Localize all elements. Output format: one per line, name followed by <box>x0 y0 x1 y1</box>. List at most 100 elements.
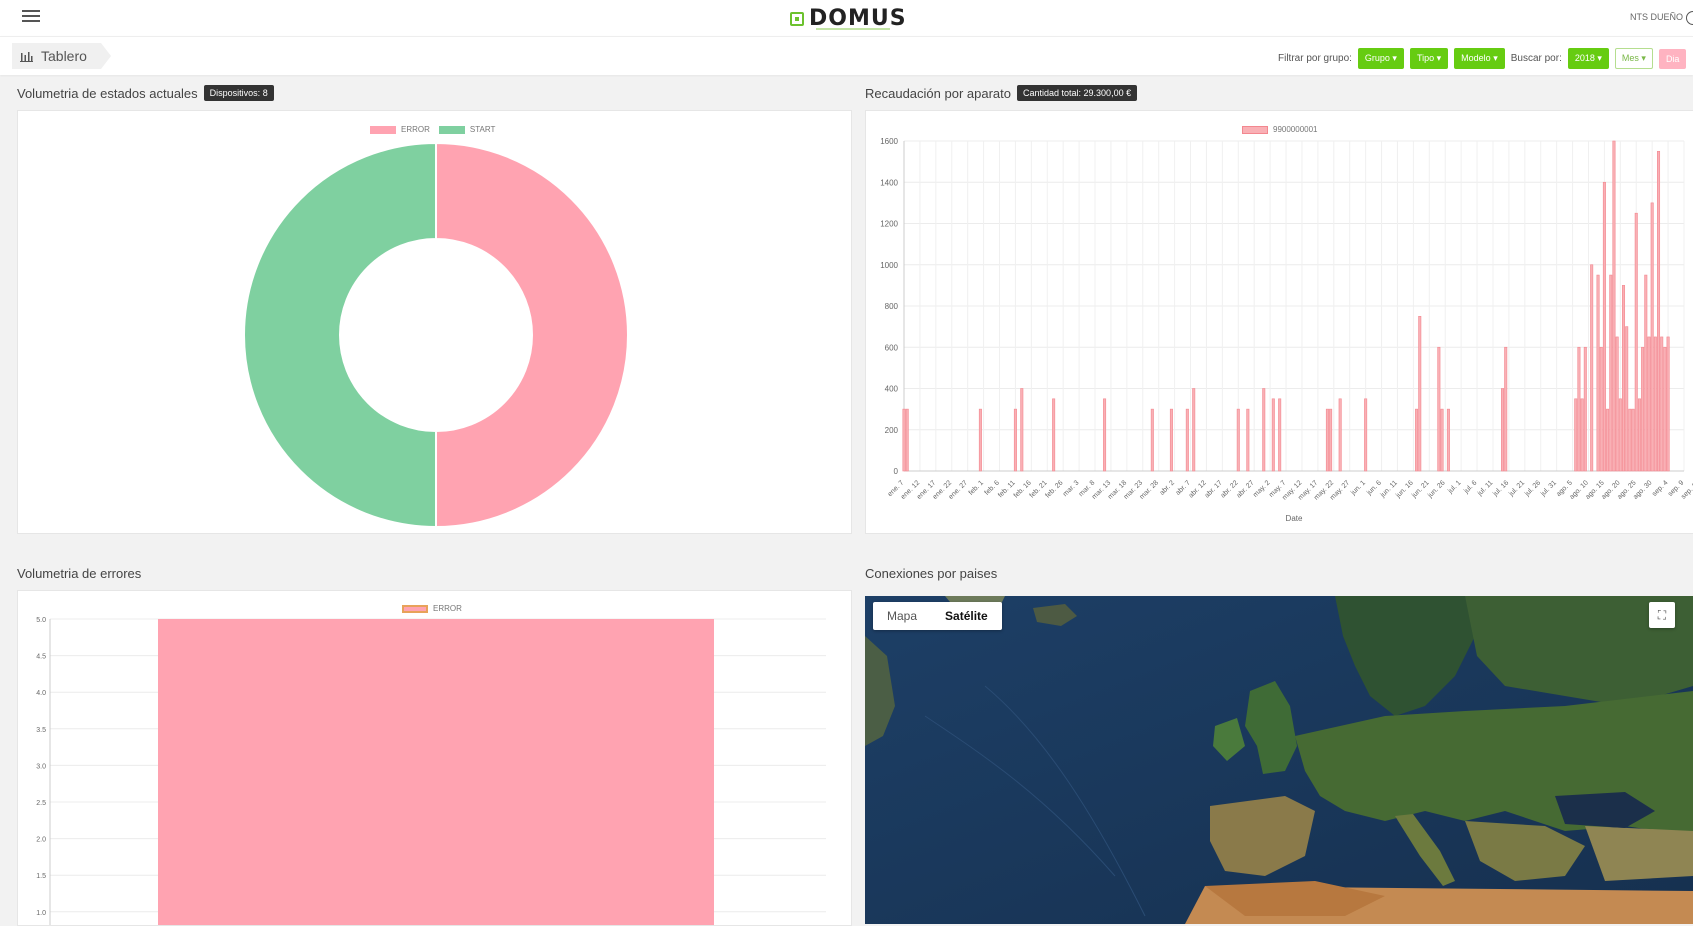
revenue-bar <box>1437 346 1441 472</box>
top-bar: DOMUS NTS DUEÑO <box>0 0 1693 36</box>
y-tick-label: 1.0 <box>36 910 46 917</box>
revenue-bar <box>902 408 906 472</box>
revenue-bar <box>1618 398 1622 472</box>
y-tick-label: 3.5 <box>36 727 46 734</box>
satellite-map[interactable]: Mapa Satélite ⛶ <box>865 596 1693 924</box>
revenue-bar <box>1271 398 1275 472</box>
states-title-text: Volumetria de estados actuales <box>17 85 198 101</box>
x-tick-label: abr. 2 <box>1159 479 1176 496</box>
revenue-bar <box>1657 151 1661 472</box>
errors-chart-card: ERROR 5.0 4.5 4.0 3.5 3.0 2.5 2.0 1.5 1.0 <box>17 590 852 926</box>
x-tick-label: jun. 26 <box>1426 479 1447 500</box>
revenue-bar <box>1052 398 1056 472</box>
revenue-panel-title: Recaudación por aparato Cantidad total: … <box>865 85 1138 101</box>
bar-chart-icon <box>20 51 33 62</box>
x-tick-label: jun. 21 <box>1410 479 1431 500</box>
revenue-bar <box>1580 398 1584 472</box>
revenue-bar <box>1577 346 1581 472</box>
y-tick-label: 1600 <box>880 137 898 146</box>
revenue-bar <box>1637 398 1641 472</box>
revenue-bar <box>1666 336 1670 472</box>
x-tick-label: feb. 1 <box>968 479 985 496</box>
mes-dropdown[interactable]: Mes ▾ <box>1614 48 1653 69</box>
year-dropdown[interactable]: 2018 ▾ <box>1567 48 1609 69</box>
errors-bar-chart: 5.0 4.5 4.0 3.5 3.0 2.5 2.0 1.5 1.0 <box>36 617 826 925</box>
connections-title-text: Conexiones por paises <box>865 566 998 581</box>
x-tick-label: jun. 1 <box>1349 479 1367 497</box>
x-tick-label: sep. 4 <box>1651 479 1670 498</box>
errors-title-text: Volumetria de errores <box>17 566 142 581</box>
logo-mark-icon <box>790 11 804 26</box>
revenue-bar <box>1192 388 1196 472</box>
revenue-bar <box>1599 346 1603 472</box>
revenue-bar <box>1650 202 1654 472</box>
fullscreen-icon[interactable]: ⛶ <box>1649 602 1675 628</box>
revenue-bar <box>1660 336 1664 472</box>
y-tick-label: 0 <box>894 467 899 476</box>
total-amount-badge: Cantidad total: 29.300,00 € <box>1017 85 1138 101</box>
map-type-satellite-button[interactable]: Satélite <box>931 602 1002 630</box>
y-tick-label: 1.5 <box>36 873 46 880</box>
y-tick-label: 1200 <box>880 220 898 229</box>
filter-bar: Filtrar por grupo: Grupo ▾ Tipo ▾ Modelo… <box>1278 48 1687 69</box>
map-type-control: Mapa Satélite <box>873 602 1002 630</box>
y-tick-label: 3.0 <box>36 763 46 770</box>
revenue-bar <box>1262 388 1266 472</box>
donut-chart <box>243 141 629 529</box>
revenue-bar-chart: 02004006008001000120014001600ene. 7ene. … <box>880 137 1693 523</box>
menu-icon[interactable] <box>22 10 40 24</box>
x-tick-label: jun. 16 <box>1394 479 1415 500</box>
user-name[interactable]: NTS DUEÑO <box>1630 12 1683 22</box>
errors-panel-title: Volumetria de errores <box>17 566 141 581</box>
revenue-bar <box>1631 408 1635 472</box>
states-chart-card: ERROR START <box>17 110 852 534</box>
revenue-bar <box>1574 398 1578 472</box>
revenue-bar <box>905 408 909 472</box>
revenue-bar <box>1641 346 1645 472</box>
sub-bar: Tablero Filtrar por grupo: Grupo ▾ Tipo … <box>0 36 1693 75</box>
error-bar <box>158 619 714 925</box>
x-tick-label: feb. 26 <box>1045 479 1065 499</box>
revenue-bar <box>1278 398 1282 472</box>
x-tick-label: jul. 31 <box>1539 479 1558 498</box>
revenue-bar <box>1418 316 1422 472</box>
revenue-bar <box>1325 408 1329 472</box>
revenue-bar <box>1338 398 1342 472</box>
breadcrumb[interactable]: Tablero <box>12 43 111 69</box>
revenue-bar <box>1647 336 1651 472</box>
x-tick-label: jul. 11 <box>1476 479 1495 498</box>
revenue-bar <box>1622 285 1626 472</box>
breadcrumb-label: Tablero <box>41 48 87 64</box>
user-icon[interactable] <box>1686 11 1693 25</box>
grupo-dropdown[interactable]: Grupo ▾ <box>1357 48 1404 69</box>
revenue-bar <box>1625 326 1629 472</box>
revenue-bar <box>1504 346 1508 472</box>
y-tick-label: 5.0 <box>36 617 46 624</box>
revenue-bar <box>1440 408 1444 472</box>
revenue-bar <box>1446 408 1450 472</box>
revenue-bar <box>1020 388 1024 472</box>
revenue-bar <box>1329 408 1333 472</box>
revenue-bar <box>1415 408 1419 472</box>
y-tick-label: 400 <box>885 385 899 394</box>
revenue-bar <box>1501 388 1505 472</box>
tipo-dropdown[interactable]: Tipo ▾ <box>1409 48 1449 69</box>
map-imagery <box>865 596 1693 924</box>
y-tick-label: 1400 <box>880 178 898 187</box>
revenue-bar <box>1246 408 1250 472</box>
y-tick-label: 2.5 <box>36 800 46 807</box>
x-tick-label: jul. 26 <box>1523 479 1542 498</box>
modelo-dropdown[interactable]: Modelo ▾ <box>1454 48 1505 69</box>
x-tick-label: abr. 27 <box>1236 479 1256 499</box>
dia-dropdown[interactable]: Dia <box>1658 48 1687 69</box>
revenue-bar <box>1103 398 1107 472</box>
revenue-bar <box>1606 408 1610 472</box>
y-tick-label: 2.0 <box>36 837 46 844</box>
revenue-bar <box>1185 408 1189 472</box>
filter-label: Filtrar por grupo: <box>1278 53 1352 64</box>
x-tick-label: jul. 21 <box>1507 479 1526 498</box>
search-label: Buscar por: <box>1510 53 1562 64</box>
donut-slice-start <box>243 141 437 529</box>
revenue-bar <box>978 408 982 472</box>
map-type-map-button[interactable]: Mapa <box>873 602 931 630</box>
